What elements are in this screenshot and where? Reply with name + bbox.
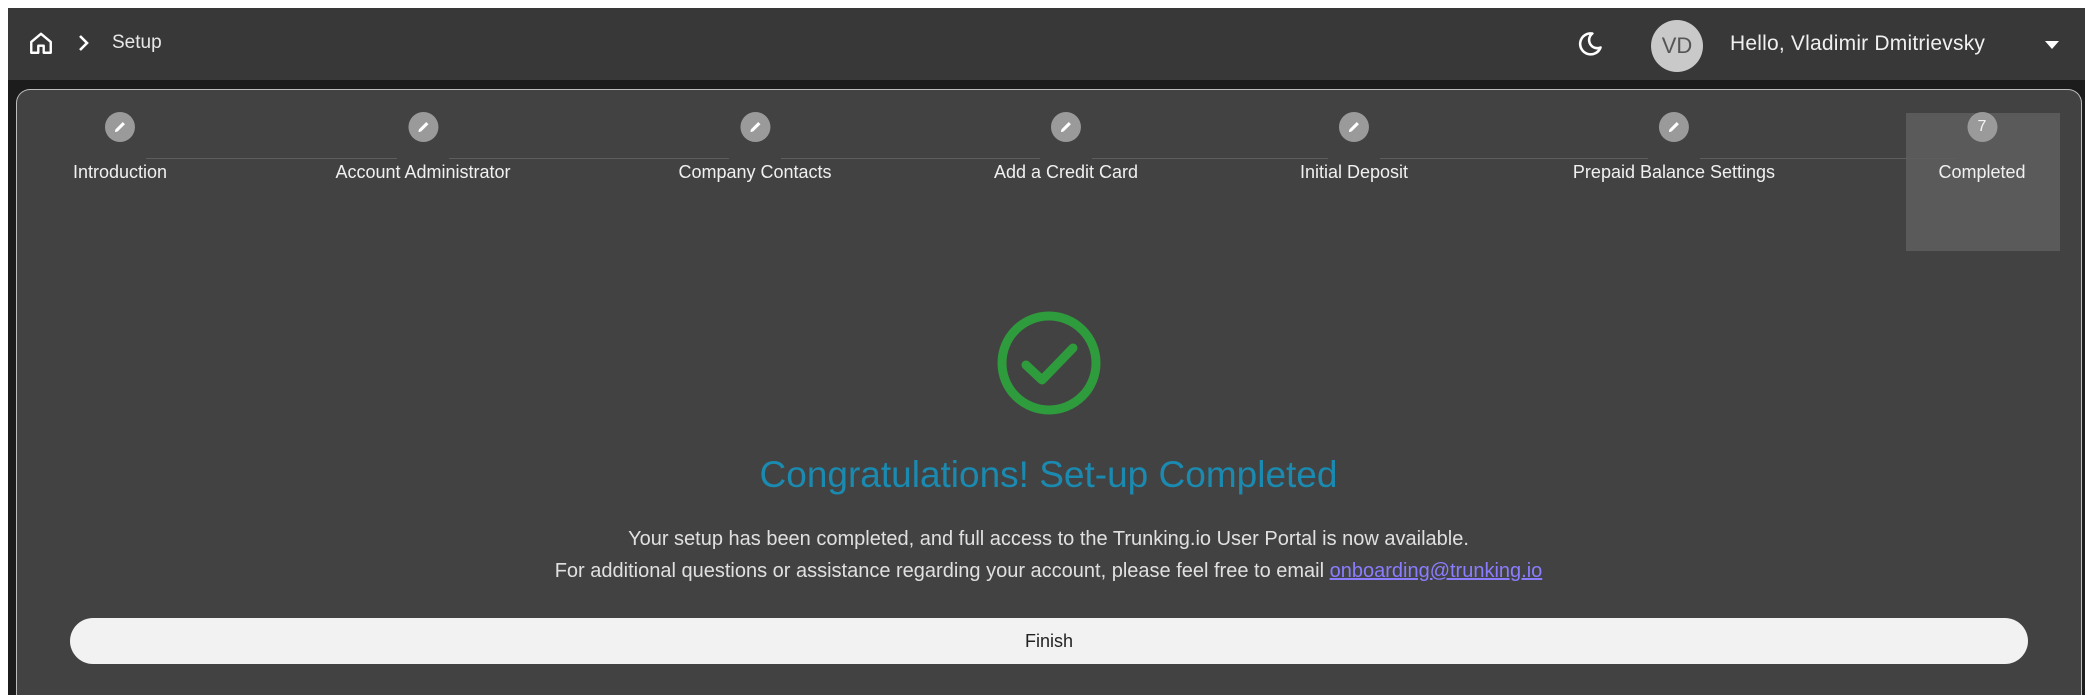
- window-edge: [2085, 0, 2097, 695]
- top-bar: Setup VD Hello, Vladimir Dmitrievsky: [8, 8, 2085, 80]
- step-account-administrator[interactable]: Account Administrator: [335, 112, 511, 183]
- step-label: Add a Credit Card: [993, 162, 1139, 182]
- step-prepaid-balance-settings[interactable]: Prepaid Balance Settings: [1573, 112, 1775, 183]
- step-introduction[interactable]: Introduction: [73, 112, 167, 183]
- check-circle-icon: [997, 311, 1101, 415]
- breadcrumb-setup[interactable]: Setup: [112, 32, 162, 54]
- home-icon[interactable]: [26, 28, 56, 58]
- pencil-icon: [1339, 112, 1369, 142]
- step-number: 7: [1966, 112, 1997, 142]
- step-add-a-credit-card[interactable]: Add a Credit Card: [994, 112, 1138, 183]
- pencil-icon: [739, 112, 770, 142]
- chevron-right-icon: [72, 30, 96, 56]
- caret-down-icon[interactable]: [2042, 35, 2062, 55]
- moon-icon[interactable]: [1574, 28, 1606, 60]
- user-greeting[interactable]: Hello, Vladimir Dmitrievsky: [1730, 32, 1985, 56]
- completion-title: Congratulations! Set-up Completed: [759, 454, 1338, 495]
- step-initial-deposit[interactable]: Initial Deposit: [1300, 112, 1408, 183]
- step-label: Completed: [1938, 162, 2026, 182]
- completion-message: Your setup has been completed, and full …: [628, 528, 1469, 550]
- step-label: Introduction: [72, 162, 168, 182]
- pencil-icon: [407, 112, 438, 142]
- step-completed[interactable]: 7 Completed: [1938, 112, 2026, 183]
- support-email-link[interactable]: onboarding@trunking.io: [1330, 560, 1543, 582]
- pencil-icon: [1658, 112, 1689, 142]
- pencil-icon: [1050, 112, 1081, 142]
- step-label: Account Administrator: [335, 162, 511, 182]
- pencil-icon: [105, 112, 135, 142]
- step-label: Initial Deposit: [1299, 162, 1409, 182]
- avatar[interactable]: VD: [1651, 20, 1703, 72]
- finish-button[interactable]: Finish: [70, 618, 2028, 664]
- step-label: Company Contacts: [678, 162, 832, 182]
- step-company-contacts[interactable]: Company Contacts: [678, 112, 832, 183]
- step-label: Prepaid Balance Settings: [1572, 162, 1776, 182]
- support-message-text: For additional questions or assistance r…: [554, 560, 1330, 582]
- support-message: For additional questions or assistance r…: [0, 560, 2097, 583]
